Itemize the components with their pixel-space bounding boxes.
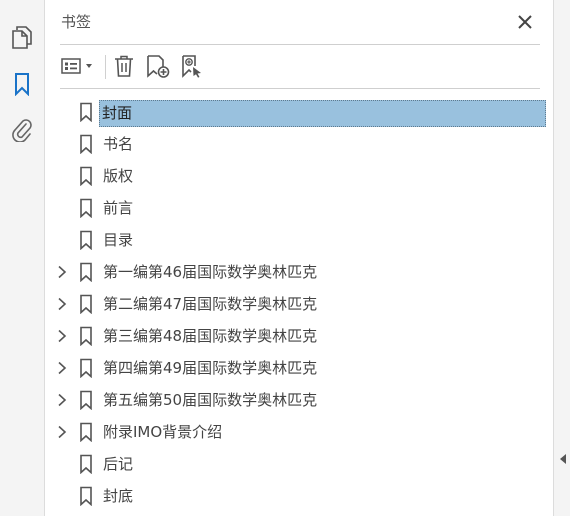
bookmark-label: 前言 [103,199,134,217]
bookmark-icon[interactable] [9,71,35,97]
bookmark-item-cover[interactable]: 封面 [45,96,553,128]
bookmark-icon [80,358,92,378]
bookmark-from-structure-button[interactable] [179,53,205,79]
bookmark-item-title[interactable]: 书名 [45,128,553,160]
toolbar-divider [60,88,540,89]
bookmark-label: 第一编第46届国际数学奥林匹克 [103,263,318,281]
panel-title: 书签 [61,13,92,31]
close-icon [518,15,532,29]
bookmark-icon [80,454,92,474]
bookmarks-panel-header: 书签 [45,0,553,44]
right-panel-strip [553,0,570,516]
bookmark-icon [80,230,92,250]
bookmark-icon [80,102,92,122]
bookmark-item-part5[interactable]: 第五编第50届国际数学奥林匹克 [45,384,553,416]
bookmark-label: 版权 [103,167,134,185]
bookmark-label: 第四编第49届国际数学奥林匹克 [103,359,318,377]
bookmark-label: 封面 [99,100,546,127]
bookmark-label: 封底 [103,487,134,505]
bookmark-item-contents[interactable]: 目录 [45,224,553,256]
bookmark-icon [80,486,92,506]
delete-button[interactable] [113,53,135,79]
bookmark-item-copyright[interactable]: 版权 [45,160,553,192]
pages-icon[interactable] [9,24,35,50]
chevron-right-icon[interactable] [57,297,67,311]
bookmark-item-back-cover[interactable]: 封底 [45,480,553,512]
bookmark-label: 目录 [103,231,134,249]
chevron-right-icon[interactable] [57,329,67,343]
chevron-right-icon[interactable] [57,265,67,279]
left-tool-strip [0,0,45,516]
chevron-right-icon[interactable] [57,361,67,375]
bookmark-icon [80,134,92,154]
bookmark-label: 附录IMO背景介绍 [103,423,223,441]
bookmark-item-appendix[interactable]: 附录IMO背景介绍 [45,416,553,448]
attachment-icon[interactable] [9,117,35,143]
bookmark-item-part3[interactable]: 第三编第48届国际数学奥林匹克 [45,320,553,352]
bookmark-icon [80,326,92,346]
new-bookmark-icon [147,55,170,78]
bookmark-item-afterword[interactable]: 后记 [45,448,553,480]
toolbar-separator [105,55,106,79]
bookmark-icon [80,422,92,442]
bookmark-item-preface[interactable]: 前言 [45,192,553,224]
collapse-arrow-icon[interactable] [559,453,567,465]
close-button[interactable] [515,12,535,32]
bookmark-icon [80,294,92,314]
bookmark-icon [80,198,92,218]
bookmark-label: 第三编第48届国际数学奥林匹克 [103,327,318,345]
bookmark-item-part4[interactable]: 第四编第49届国际数学奥林匹克 [45,352,553,384]
bookmark-label: 第二编第47届国际数学奥林匹克 [103,295,318,313]
bookmark-label: 第五编第50届国际数学奥林匹克 [103,391,318,409]
bookmark-item-part1[interactable]: 第一编第46届国际数学奥林匹克 [45,256,553,288]
new-bookmark-button[interactable] [145,53,171,79]
bookmark-icon [80,390,92,410]
options-icon [61,58,92,74]
bookmark-toolbar [45,45,553,88]
bookmark-icon [80,262,92,282]
chevron-right-icon[interactable] [57,425,67,439]
bookmark-item-part2[interactable]: 第二编第47届国际数学奥林匹克 [45,288,553,320]
bookmark-icon [80,166,92,186]
bookmark-from-structure-icon [182,55,201,78]
delete-icon [115,55,133,77]
options-button[interactable] [60,53,98,79]
bookmark-label: 后记 [103,455,134,473]
bookmark-label: 书名 [103,135,134,153]
chevron-right-icon[interactable] [57,393,67,407]
